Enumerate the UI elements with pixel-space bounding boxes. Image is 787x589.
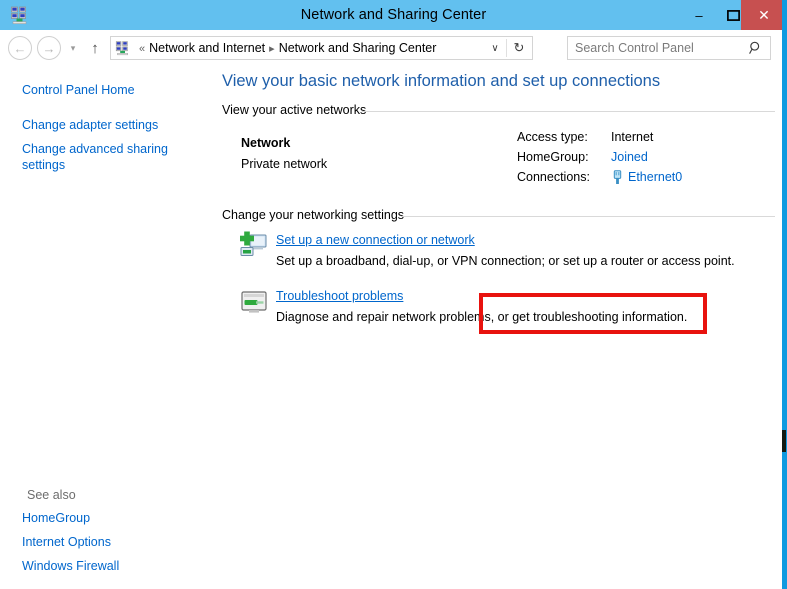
troubleshoot-problems-description: Diagnose and repair network problems, or…: [276, 310, 688, 324]
set-up-new-connection-description: Set up a broadband, dial-up, or VPN conn…: [276, 254, 735, 268]
navigation-bar: ← → ▾ ↑ « Network and Internet ▸ Network…: [0, 30, 787, 66]
back-button[interactable]: ←: [8, 36, 32, 60]
content-area: Control Panel Home Change adapter settin…: [0, 66, 782, 589]
active-network-type: Private network: [241, 157, 328, 171]
sidebar-item-homegroup[interactable]: HomeGroup: [22, 510, 197, 526]
address-bar[interactable]: «Network and Internet ▸ Network and Sharin…: [110, 36, 533, 60]
close-icon: ✕: [758, 6, 770, 23]
active-network-name: Network: [241, 136, 291, 150]
chevron-down-icon: ▾: [70, 42, 76, 53]
recent-locations-button[interactable]: ▾: [66, 42, 80, 54]
ethernet-plug-icon: [611, 170, 624, 185]
up-button[interactable]: ↑: [86, 39, 104, 57]
connections-label: Connections:: [517, 170, 590, 184]
section-divider: [362, 111, 775, 112]
breadcrumb: «Network and Internet ▸ Network and Sharin…: [135, 37, 436, 59]
troubleshoot-problems-link[interactable]: Troubleshoot problems: [276, 289, 403, 303]
homegroup-label: HomeGroup:: [517, 150, 589, 164]
address-dropdown-button[interactable]: ∨: [484, 37, 506, 59]
forward-button[interactable]: →: [37, 36, 61, 60]
titlebar-right-edge: [782, 0, 787, 30]
window-border-notch: [782, 430, 786, 452]
forward-arrow-icon: →: [42, 40, 56, 56]
breadcrumb-item-network-and-sharing-center[interactable]: Network and Sharing Center: [279, 41, 437, 55]
refresh-button[interactable]: ↻: [507, 37, 531, 59]
minimize-button[interactable]: –: [681, 0, 717, 30]
sidebar: Control Panel Home Change adapter settin…: [0, 66, 210, 589]
main-pane: View your basic network information and …: [210, 66, 782, 589]
connections-value-link[interactable]: Ethernet0: [628, 170, 682, 184]
section-title-networking-settings: Change your networking settings: [222, 208, 405, 222]
close-button[interactable]: ✕: [741, 0, 787, 30]
sidebar-item-windows-firewall[interactable]: Windows Firewall: [22, 558, 197, 574]
breadcrumb-item-network-and-internet[interactable]: Network and Internet: [149, 41, 265, 55]
minimize-icon: –: [695, 7, 703, 23]
see-also-label: See also: [27, 488, 76, 502]
section-divider: [401, 216, 775, 217]
new-connection-icon: [238, 230, 270, 262]
network-and-sharing-center-window: Network and Sharing Center – ✕ ← → ▾ ↑ «…: [0, 0, 787, 589]
access-type-value: Internet: [611, 130, 654, 144]
title-bar: Network and Sharing Center – ✕: [0, 0, 787, 30]
search-input[interactable]: Search Control Panel: [567, 36, 771, 60]
window-right-border: [782, 30, 787, 589]
network-icon: [115, 40, 131, 56]
back-arrow-icon: ←: [13, 40, 27, 56]
homegroup-value-link[interactable]: Joined: [611, 150, 648, 164]
breadcrumb-separator: ▸: [269, 43, 275, 55]
sidebar-item-change-advanced-sharing-settings[interactable]: Change advanced sharing settings: [22, 141, 197, 173]
page-title: View your basic network information and …: [222, 72, 661, 90]
access-type-label: Access type:: [517, 130, 588, 144]
breadcrumb-prefix: «: [139, 43, 146, 55]
search-icon: [748, 40, 764, 56]
set-up-new-connection-link[interactable]: Set up a new connection or network: [276, 233, 475, 247]
sidebar-item-control-panel-home[interactable]: Control Panel Home: [22, 82, 197, 98]
chevron-down-icon: ∨: [491, 42, 499, 54]
troubleshoot-icon: [238, 288, 270, 320]
up-arrow-icon: ↑: [91, 39, 99, 57]
refresh-icon: ↻: [513, 40, 525, 55]
sidebar-item-internet-options[interactable]: Internet Options: [22, 534, 197, 550]
section-title-active-networks: View your active networks: [222, 103, 367, 117]
window-title: Network and Sharing Center: [300, 7, 487, 23]
sidebar-item-change-adapter-settings[interactable]: Change adapter settings: [22, 117, 197, 133]
search-placeholder-text: Search Control Panel: [575, 41, 694, 55]
